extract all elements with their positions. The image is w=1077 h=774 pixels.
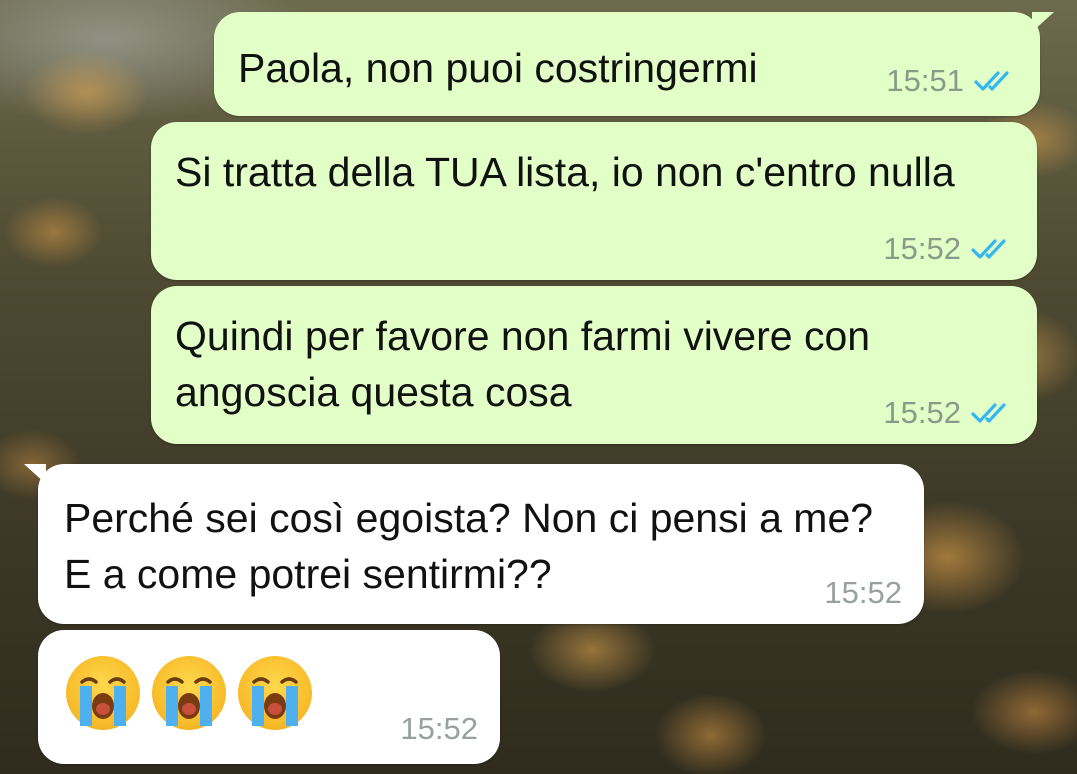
message-meta: 15:51 — [886, 65, 1018, 96]
message-meta: 15:52 — [883, 397, 1015, 428]
message-bubble-outgoing[interactable]: Paola, non puoi costringermi 15:51 — [214, 12, 1054, 116]
loudly-crying-face-icon — [238, 656, 312, 730]
message-meta: 15:52 — [883, 233, 1015, 264]
read-double-check-icon — [974, 68, 1018, 94]
message-time: 15:52 — [883, 231, 961, 266]
message-time: 15:52 — [400, 711, 478, 746]
message-meta: 15:52 — [400, 713, 478, 744]
read-double-check-icon — [971, 236, 1015, 262]
message-time: 15:52 — [883, 395, 961, 430]
message-text: Perché sei così egoista? Non ci pensi a … — [64, 495, 885, 597]
message-text: Si tratta della TUA lista, io non c'entr… — [175, 149, 955, 195]
message-bubble-outgoing[interactable]: Quindi per favore non farmi vivere con a… — [151, 286, 1037, 444]
message-bubble-outgoing[interactable]: Si tratta della TUA lista, io non c'entr… — [151, 122, 1037, 280]
loudly-crying-face-icon — [152, 656, 226, 730]
bubble-tail — [24, 464, 46, 484]
bubble-tail — [1032, 12, 1054, 32]
loudly-crying-face-icon — [66, 656, 140, 730]
message-time: 15:52 — [824, 575, 902, 610]
message-bubble-incoming[interactable]: Perché sei così egoista? Non ci pensi a … — [24, 464, 924, 624]
read-double-check-icon — [971, 400, 1015, 426]
message-bubble-incoming[interactable]: 15:52 — [38, 630, 500, 764]
message-time: 15:51 — [886, 63, 964, 98]
message-meta: 15:52 — [824, 577, 902, 608]
